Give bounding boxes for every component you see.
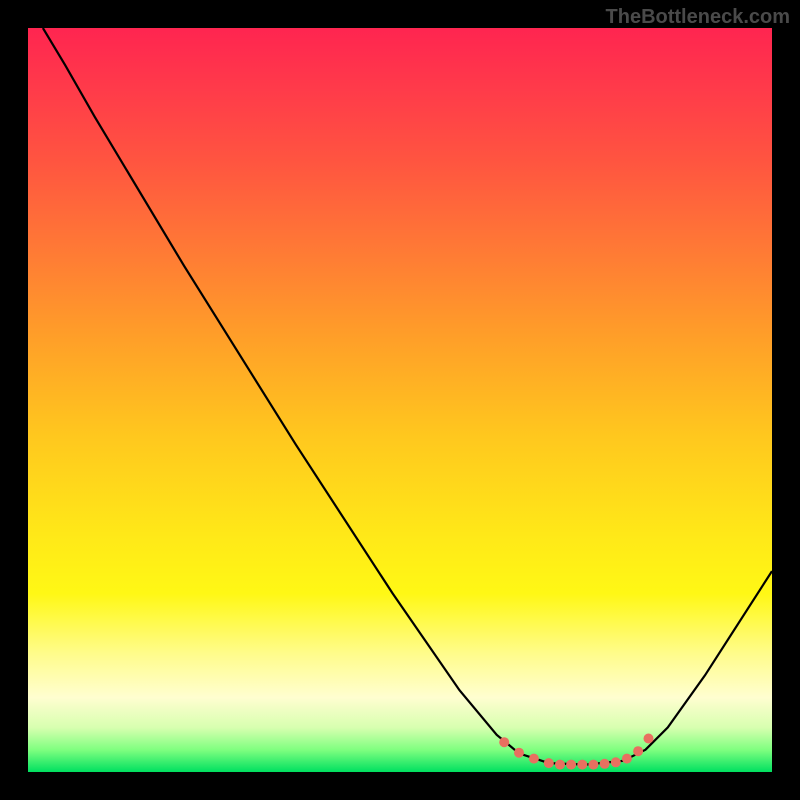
marker-dot bbox=[644, 734, 654, 744]
watermark-text: TheBottleneck.com bbox=[606, 6, 790, 29]
marker-dot bbox=[499, 737, 509, 747]
marker-dot bbox=[600, 759, 610, 769]
marker-dot bbox=[566, 760, 576, 770]
marker-dot bbox=[577, 760, 587, 770]
marker-dot bbox=[611, 757, 621, 767]
marker-dot bbox=[622, 754, 632, 764]
marker-dot bbox=[555, 760, 565, 770]
marker-dot bbox=[529, 754, 539, 764]
marker-dot bbox=[544, 758, 554, 768]
marker-dot bbox=[633, 746, 643, 756]
chart-plot-area bbox=[28, 28, 772, 772]
chart-svg bbox=[28, 28, 772, 772]
marker-dot bbox=[588, 760, 598, 770]
bottleneck-curve-line bbox=[43, 28, 772, 765]
marker-dot bbox=[514, 748, 524, 758]
